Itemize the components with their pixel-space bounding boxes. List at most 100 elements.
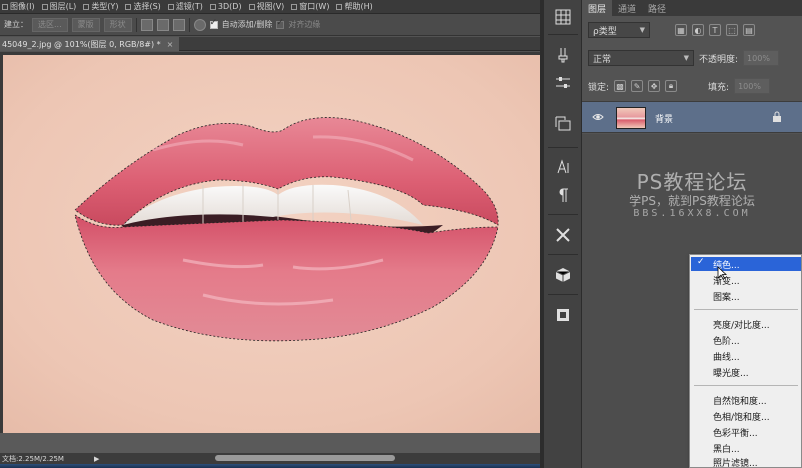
auto-add-delete-label: 自动添加/删除 xyxy=(221,20,273,29)
canvas-padding xyxy=(0,433,540,453)
canvas-area[interactable] xyxy=(0,52,540,435)
layer-thumbnail xyxy=(616,107,646,129)
menu-help[interactable]: 帮助(H) xyxy=(336,1,373,12)
menu-item-exposure[interactable]: 曝光度... xyxy=(691,365,801,379)
square-icon xyxy=(248,3,255,10)
menu-item-color-balance[interactable]: 色彩平衡... xyxy=(691,425,801,439)
menu-item-brightness-contrast[interactable]: 亮度/对比度... xyxy=(691,317,801,331)
path-arrangement-icon[interactable] xyxy=(172,18,185,31)
watermark-subtitle: 学PS，就到PS教程论坛 xyxy=(629,194,755,208)
adjustment-layer-menu: ✓ 纯色... 渐变... 图案... 亮度/对比度... 色阶... 曲线...… xyxy=(689,254,802,468)
brush-tool-icon[interactable] xyxy=(551,44,575,66)
menu-item-hue-saturation[interactable]: 色相/饱和度... xyxy=(691,409,801,423)
mask-button[interactable]: 蒙版 xyxy=(71,17,100,32)
horizontal-scrollbar[interactable] xyxy=(215,455,395,461)
menu-type[interactable]: 类型(Y) xyxy=(83,1,118,12)
3d-cube-icon[interactable] xyxy=(551,264,575,286)
lock-position-icon[interactable]: ✥ xyxy=(648,80,661,92)
path-alignment-icon[interactable] xyxy=(156,18,169,31)
menu-item-curves[interactable]: 曲线... xyxy=(691,349,801,363)
filter-row: ρ类型 ▼ ▦ ◐ T ⬚ ▤ xyxy=(582,22,802,38)
pixel-filter-icon[interactable]: ▦ xyxy=(675,24,687,36)
fill-label: 填充: xyxy=(708,82,730,93)
eye-icon[interactable] xyxy=(592,112,604,122)
auto-add-delete-checkbox[interactable] xyxy=(209,18,218,29)
document-title: 45049_2.jpg @ 101%(图层 0, RGB/8#) * xyxy=(2,39,161,49)
divider xyxy=(548,147,578,148)
shape-filter-icon[interactable]: ⬚ xyxy=(726,24,738,36)
divider xyxy=(548,214,578,215)
document-tab[interactable]: 45049_2.jpg @ 101%(图层 0, RGB/8#) * × xyxy=(0,37,180,51)
tab-channels[interactable]: 通道 xyxy=(612,0,642,16)
selection-button[interactable]: 选区... xyxy=(32,17,68,32)
grid-icon[interactable] xyxy=(551,6,575,28)
menu-bar: 图像(I) 图层(L) 类型(Y) 选择(S) 滤镜(T) 3D(D) 视图(V… xyxy=(0,0,540,14)
divider xyxy=(548,294,578,295)
smart-object-filter-icon[interactable]: ▤ xyxy=(743,24,755,36)
lips-photo[interactable] xyxy=(3,55,540,435)
divider xyxy=(188,17,190,32)
menu-item-photo-filter[interactable]: 照片滤镜... xyxy=(691,455,801,468)
panel-icon-column xyxy=(544,0,582,468)
watermark-url: BBS.16XX8.COM xyxy=(633,208,751,219)
square-icon xyxy=(125,3,132,10)
menu-layer[interactable]: 图层(L) xyxy=(41,1,76,12)
square-icon xyxy=(83,3,90,10)
menu-window[interactable]: 窗口(W) xyxy=(291,1,329,12)
opacity-input[interactable]: 100% xyxy=(743,50,780,66)
menu-item-pattern[interactable]: 图案... xyxy=(691,289,801,303)
paragraph-icon[interactable] xyxy=(551,184,575,206)
opacity-label: 不透明度: xyxy=(699,54,739,65)
menu-item-levels[interactable]: 色阶... xyxy=(691,333,801,347)
menu-separator xyxy=(694,385,798,386)
divider xyxy=(548,254,578,255)
lock-pixels-icon[interactable]: ✎ xyxy=(631,80,644,92)
tab-layers[interactable]: 图层 xyxy=(582,0,613,16)
path-operations-icon[interactable] xyxy=(140,18,153,31)
lock-label: 锁定: xyxy=(588,82,610,93)
sliders-icon[interactable] xyxy=(551,72,575,94)
shape-button[interactable]: 形状 xyxy=(103,17,132,32)
fill-input[interactable]: 100% xyxy=(734,78,771,94)
menu-view[interactable]: 视图(V) xyxy=(248,1,284,12)
tab-paths[interactable]: 路径 xyxy=(642,0,672,16)
chevron-down-icon: ▼ xyxy=(683,54,689,62)
square-icon xyxy=(2,3,8,10)
square-icon xyxy=(167,3,174,10)
character-icon[interactable] xyxy=(551,156,575,178)
menu-item-vibrance[interactable]: 自然饱和度... xyxy=(691,393,801,407)
panel-tabs: 图层 通道 路径 xyxy=(582,0,802,16)
mouse-cursor-icon xyxy=(717,266,727,280)
layer-background[interactable]: 背景 xyxy=(582,101,802,133)
type-filter-icon[interactable]: T xyxy=(709,24,721,36)
filter-kind-select[interactable]: ρ类型 ▼ xyxy=(588,22,650,38)
lock-icon xyxy=(773,111,781,122)
close-icon[interactable]: × xyxy=(167,40,174,49)
new-label: 建立： xyxy=(4,20,28,29)
lock-transparent-icon[interactable]: ▩ xyxy=(614,80,627,92)
taskbar xyxy=(0,464,540,468)
menu-filter[interactable]: 滤镜(T) xyxy=(167,1,203,12)
menu-item-gradient[interactable]: 渐变... xyxy=(691,273,801,287)
menu-item-black-white[interactable]: 黑白... xyxy=(691,441,801,455)
divider xyxy=(548,34,578,35)
menu-select[interactable]: 选择(S) xyxy=(125,1,161,12)
gear-icon[interactable] xyxy=(193,18,206,31)
square-icon xyxy=(336,3,343,10)
layer-comps-icon[interactable] xyxy=(551,304,575,326)
adjustment-filter-icon[interactable]: ◐ xyxy=(692,24,704,36)
menu-image[interactable]: 图像(I) xyxy=(2,1,35,12)
square-icon xyxy=(209,3,216,10)
blend-mode-select[interactable]: 正常 ▼ xyxy=(588,50,694,66)
menu-item-solid-color[interactable]: ✓ 纯色... xyxy=(691,257,801,271)
align-edges-label: 对齐边缘 xyxy=(288,20,321,29)
tools-icon[interactable] xyxy=(551,224,575,246)
lock-all-icon[interactable]: 🔒︎ xyxy=(665,80,678,92)
layer-name: 背景 xyxy=(655,115,674,125)
menu-3d[interactable]: 3D(D) xyxy=(209,2,242,11)
menu-separator xyxy=(694,309,798,310)
align-edges-checkbox[interactable] xyxy=(276,18,285,29)
status-menu-arrow[interactable]: ▶ xyxy=(94,455,99,463)
clone-stamp-icon[interactable] xyxy=(551,112,575,134)
document-size: 文档:2.25M/2.25M xyxy=(2,454,64,463)
